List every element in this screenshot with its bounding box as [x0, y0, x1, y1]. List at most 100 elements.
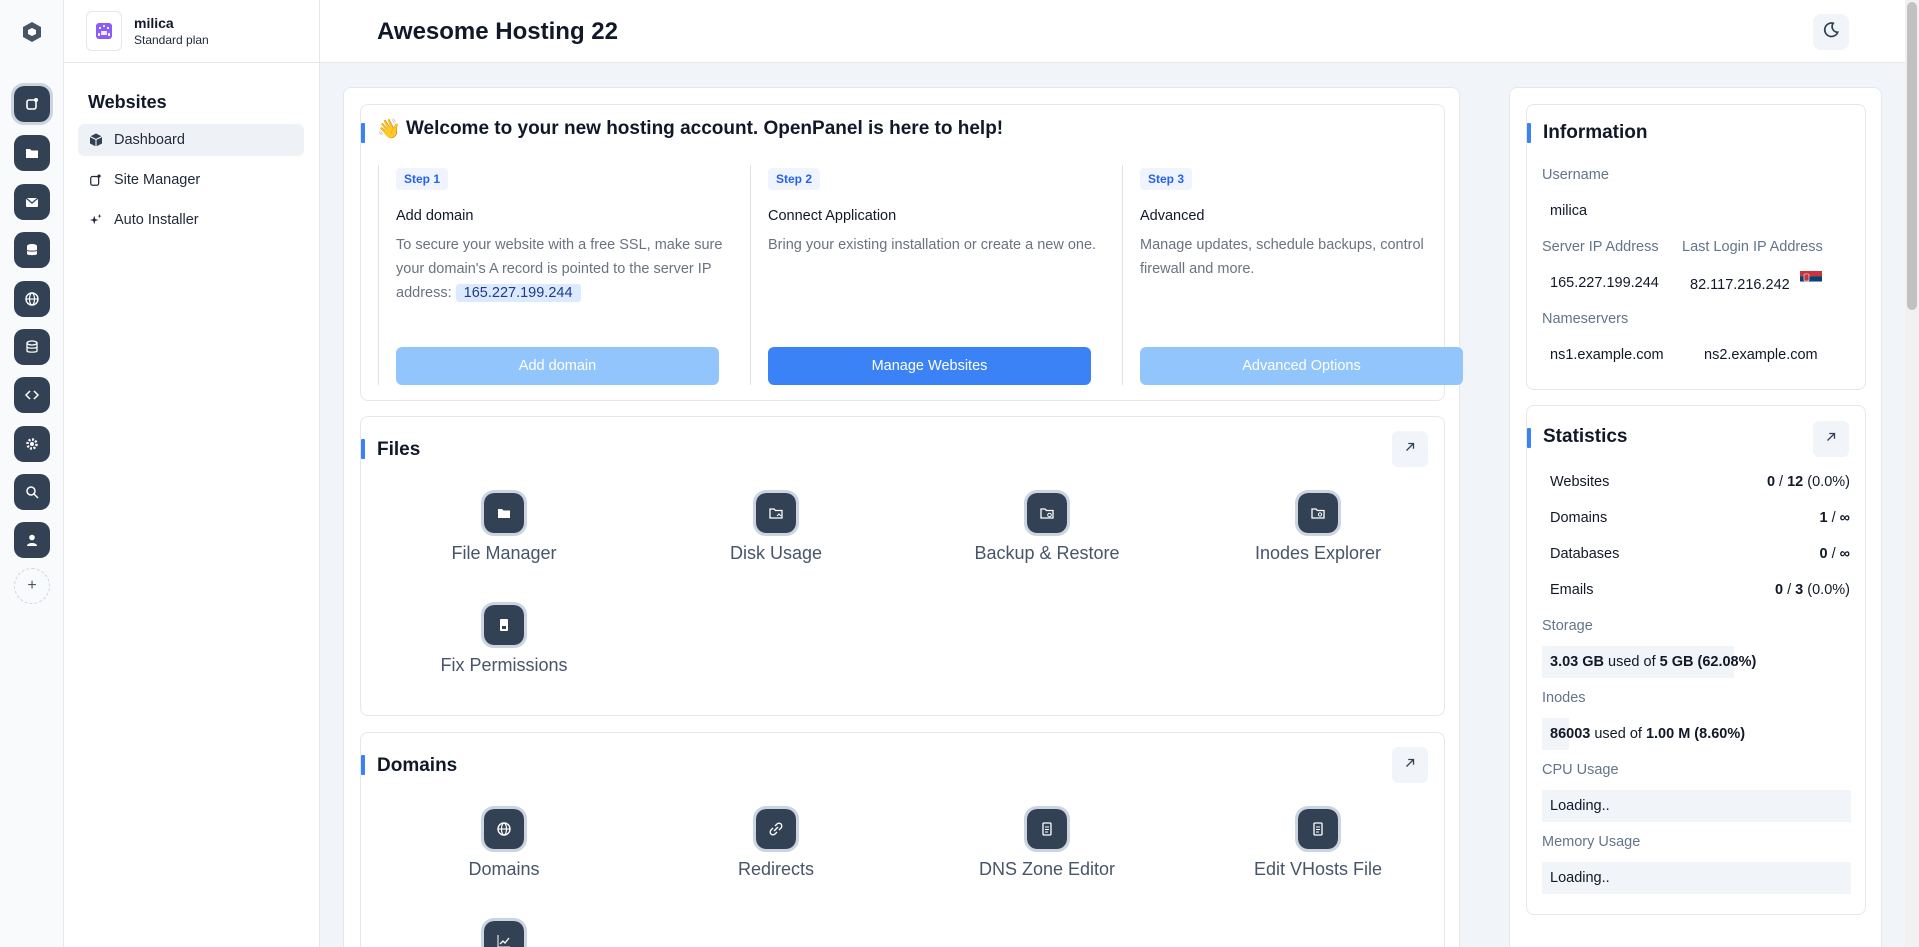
step-description: Manage updates, schedule backups, contro…	[1140, 237, 1424, 277]
nameserver-1: ns1.example.com	[1550, 347, 1664, 363]
top-header: Awesome Hosting 22	[320, 0, 1919, 63]
rail-plus-icon[interactable]: +	[14, 568, 50, 604]
rail-mail-icon[interactable]	[14, 184, 50, 220]
rail-globe-icon[interactable]	[14, 281, 50, 317]
server-ip-label: Server IP Address	[1542, 239, 1659, 255]
stat-row-emails: Emails 0 / 3 (0.0%)	[1550, 582, 1850, 598]
page-scrollbar[interactable]	[1905, 0, 1919, 947]
step-3: Step 3 Advanced Manage updates, schedule…	[1122, 165, 1494, 385]
inodes-text: 86003 used of 1.00 M (8.60%)	[1550, 726, 1746, 742]
memory-usage-label: Memory Usage	[1542, 834, 1641, 850]
chart-line-icon	[481, 918, 527, 947]
dark-mode-toggle[interactable]	[1813, 14, 1849, 50]
serbia-flag-icon	[1799, 271, 1822, 287]
page-title: Awesome Hosting 22	[377, 18, 618, 45]
stat-label: Emails	[1550, 582, 1594, 598]
memory-usage-value: Loading..	[1542, 862, 1851, 894]
domains-expand-button[interactable]	[1392, 747, 1428, 783]
scrollbar-thumb[interactable]	[1907, 2, 1917, 310]
files-section: Files File Manager Disk Usage Backup & R…	[360, 416, 1445, 716]
sidebar-item-label: Dashboard	[114, 132, 185, 148]
stat-row-databases: Databases 0 / ∞	[1550, 546, 1850, 562]
step-badge: Step 3	[1140, 168, 1193, 190]
manage-websites-button[interactable]: Manage Websites	[768, 347, 1091, 385]
openpanel-logo-icon[interactable]	[20, 20, 44, 44]
files-expand-button[interactable]	[1392, 431, 1428, 467]
globe-icon	[481, 806, 527, 852]
stat-row-domains: Domains 1 / ∞	[1550, 510, 1850, 526]
arrow-up-right-icon	[1824, 430, 1838, 449]
nameserver-2: ns2.example.com	[1704, 347, 1818, 363]
step-text: To secure your website with a free SSL, …	[396, 233, 726, 305]
inodes-bar: 86003 used of 1.00 M (8.60%)	[1542, 718, 1851, 750]
sidebar-item-site-manager[interactable]: Site Manager	[78, 164, 304, 196]
tile-label: File Manager	[451, 543, 557, 563]
profile-username: milica	[134, 15, 174, 31]
cube-icon	[88, 132, 104, 148]
step-title: Advanced	[1140, 208, 1205, 224]
profile-block[interactable]: milica Standard plan	[64, 0, 319, 63]
welcome-section: 👋 Welcome to your new hosting account. O…	[360, 104, 1463, 401]
step-badge: Step 2	[768, 168, 821, 190]
storage-text: 3.03 GB used of 5 GB (62.08%)	[1550, 654, 1757, 670]
tile-redirects[interactable]: Redirects	[661, 806, 891, 880]
information-card: Information Username milica Server IP Ad…	[1526, 104, 1866, 390]
rail-site-icon[interactable]	[11, 83, 53, 125]
sidebar-heading: Websites	[88, 92, 167, 112]
information-title: Information	[1543, 122, 1648, 143]
last-login-ip-label: Last Login IP Address	[1682, 239, 1823, 255]
tile-disk-usage[interactable]: Disk Usage	[661, 490, 891, 564]
storage-bar: 3.03 GB used of 5 GB (62.08%)	[1542, 646, 1851, 678]
sidebar-item-label: Auto Installer	[114, 212, 199, 228]
moon-icon	[1822, 21, 1840, 44]
rail-database-icon[interactable]	[14, 232, 50, 268]
rail-code-icon[interactable]	[14, 377, 50, 413]
main-content: 👋 Welcome to your new hosting account. O…	[343, 87, 1463, 947]
tile-fix-permissions[interactable]: Fix Permissions	[389, 602, 619, 676]
sidebar-item-auto-installer[interactable]: Auto Installer	[78, 204, 304, 236]
tile-dns-zone-editor[interactable]: DNS Zone Editor	[932, 806, 1162, 880]
rail-server-icon[interactable]	[14, 329, 50, 365]
tile-backup-restore[interactable]: Backup & Restore	[932, 490, 1162, 564]
cpu-usage-label: CPU Usage	[1542, 762, 1619, 778]
rail-user-icon[interactable]	[14, 522, 50, 558]
rail-gear-icon[interactable]	[14, 426, 50, 462]
folder-search-icon	[1295, 490, 1341, 536]
last-login-ip-value: 82.117.216.242	[1690, 271, 1822, 293]
step-description: Bring your existing installation or crea…	[768, 237, 1097, 253]
sparkle-icon	[88, 212, 104, 228]
add-domain-button[interactable]: Add domain	[396, 347, 719, 385]
stat-value: 0 / 3 (0.0%)	[1775, 582, 1850, 598]
link-icon	[753, 806, 799, 852]
stat-value: 0 / 12 (0.0%)	[1766, 474, 1850, 490]
statistics-title: Statistics	[1543, 426, 1628, 447]
tile-edit-vhosts-file[interactable]: Edit VHosts File	[1203, 806, 1433, 880]
stat-label: Domains	[1550, 510, 1608, 526]
tile-inodes-explorer[interactable]: Inodes Explorer	[1203, 490, 1433, 564]
cpu-usage-value: Loading..	[1542, 790, 1851, 822]
tile-label: Edit VHosts File	[1253, 859, 1383, 879]
sidebar-item-dashboard[interactable]: Dashboard	[78, 124, 304, 156]
server-ip-value: 165.227.199.244	[1550, 275, 1659, 291]
advanced-options-button[interactable]: Advanced Options	[1140, 347, 1463, 385]
statistics-expand-button[interactable]	[1813, 421, 1849, 457]
tile-file-manager[interactable]: File Manager	[389, 490, 619, 564]
server-ip-chip: 165.227.199.244	[455, 284, 581, 302]
step-title: Add domain	[396, 208, 474, 224]
statistics-card: Statistics Websites 0 / 12 (0.0%) Domain…	[1526, 405, 1866, 915]
rail-search-icon[interactable]	[14, 474, 50, 510]
stat-label: Databases	[1550, 546, 1620, 562]
step-title: Connect Application	[768, 208, 897, 224]
rail-folder-icon[interactable]	[14, 135, 50, 171]
domains-section: Domains Domains Redirects DNS Zone Edito…	[360, 732, 1445, 947]
wave-emoji: 👋	[377, 119, 401, 140]
step-badge: Step 1	[396, 168, 449, 190]
tile-more[interactable]	[389, 918, 619, 947]
file-text-icon	[1295, 806, 1341, 852]
tile-domains[interactable]: Domains	[389, 806, 619, 880]
tile-label: Domains	[468, 859, 540, 879]
username-value: milica	[1550, 203, 1588, 219]
tile-label: Redirects	[737, 859, 815, 879]
last-login-ip-text: 82.117.216.242	[1690, 277, 1790, 293]
file-text-icon	[1024, 806, 1070, 852]
